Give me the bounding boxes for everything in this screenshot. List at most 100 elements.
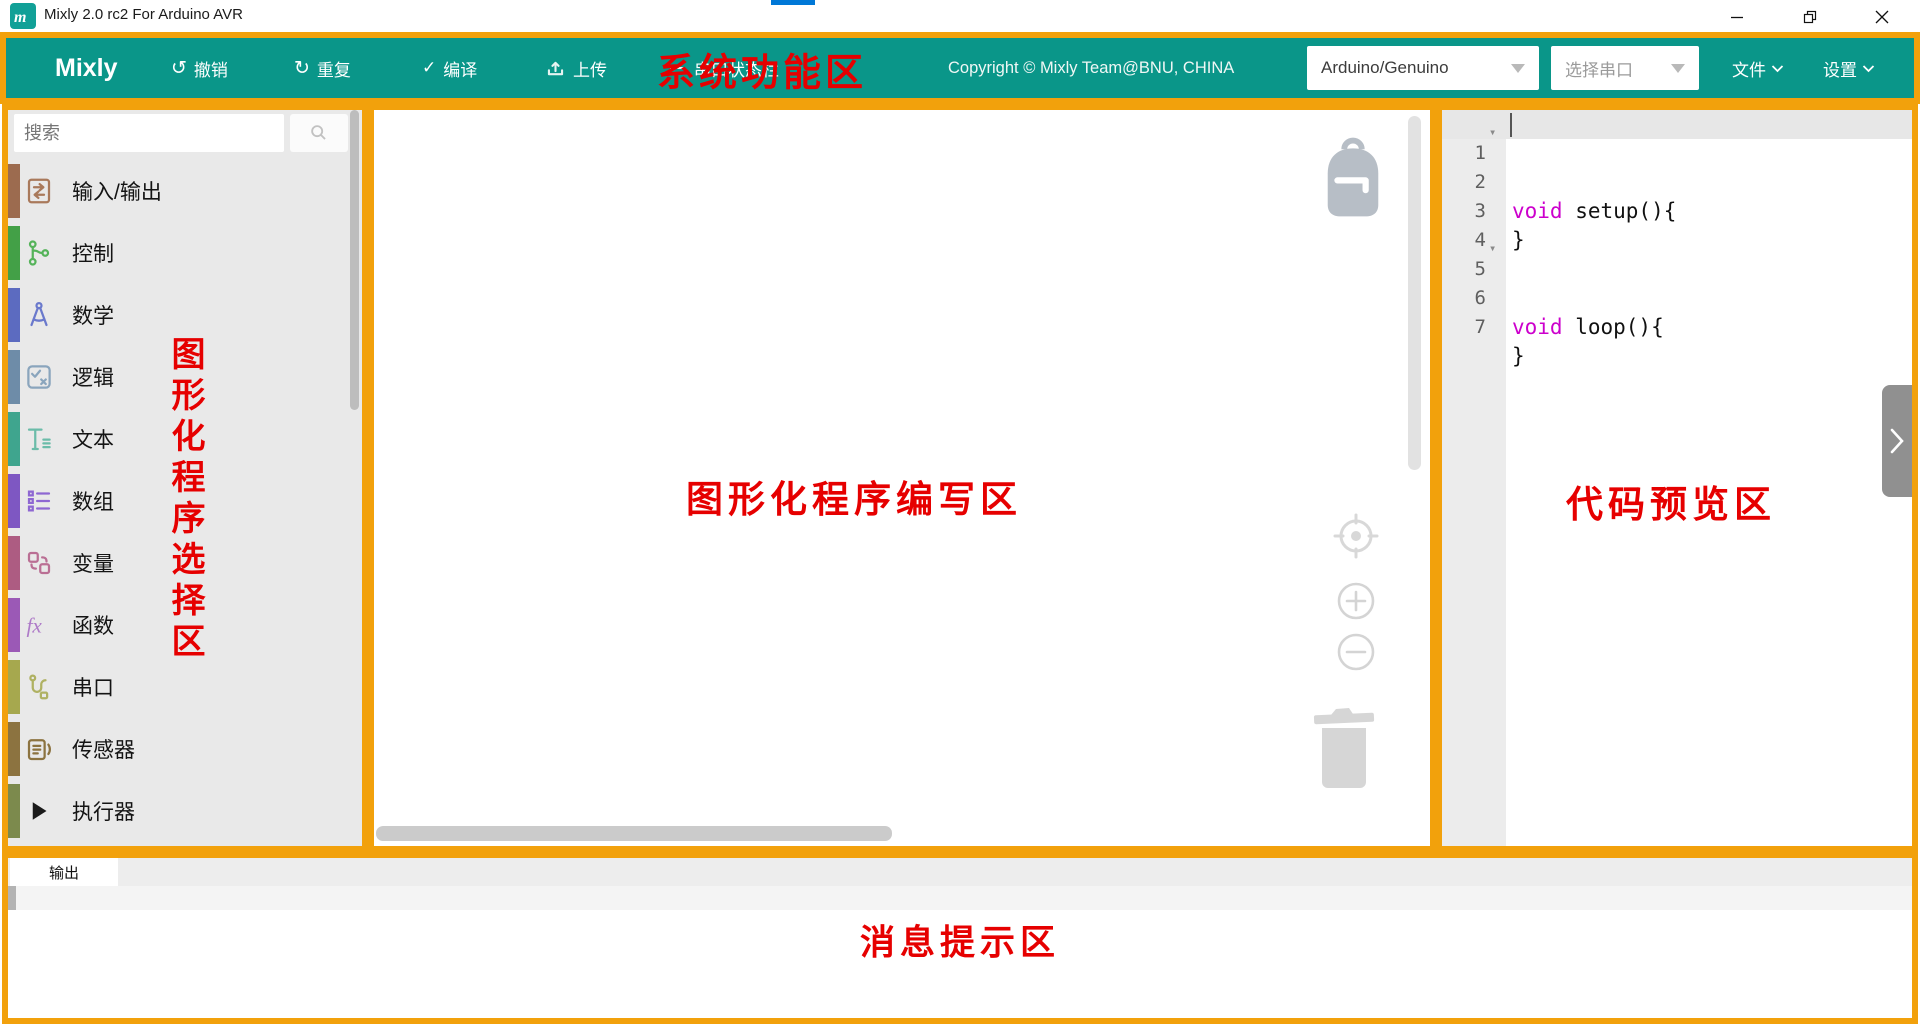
serial-status-icon — [667, 58, 687, 78]
category-color-bar — [8, 164, 20, 218]
chevron-down-icon — [1671, 64, 1685, 73]
serial-status-button[interactable]: 串口状态栏 — [667, 38, 779, 98]
sidebar-item-serial[interactable]: 串口 — [8, 656, 362, 718]
code-text: } — [1512, 344, 1525, 368]
canvas-vertical-scrollbar[interactable] — [1408, 116, 1421, 470]
file-menu-label: 文件 — [1732, 56, 1766, 81]
minus-icon — [1334, 630, 1378, 674]
category-label: 文本 — [72, 424, 114, 454]
minimize-button[interactable] — [1714, 4, 1760, 30]
serial-status-label: 串口状态栏 — [694, 56, 779, 81]
crosshair-icon — [1328, 508, 1384, 564]
sidebar-item-text[interactable]: 文本 — [8, 408, 362, 470]
toolbar-region: Mixly ↺ 撤销 ↻ 重复 ✓ 编译 上传 串口状态栏 — [0, 32, 1920, 104]
category-label: 函数 — [72, 610, 114, 640]
compile-button[interactable]: ✓ 编译 — [422, 38, 477, 98]
sidebar-item-control[interactable]: 控制 — [8, 222, 362, 284]
category-color-bar — [8, 226, 20, 280]
mixly-menu-button[interactable]: Mixly — [55, 38, 118, 98]
text-icon — [24, 424, 54, 454]
chevron-right-icon — [1890, 427, 1904, 455]
annotation-code: 代码预览区 — [1566, 474, 1776, 528]
category-color-bar — [8, 784, 20, 838]
variable-icon — [24, 548, 54, 578]
upload-button[interactable]: 上传 — [545, 38, 607, 98]
category-label: 数组 — [72, 486, 114, 516]
window-title: Mixly 2.0 rc2 For Arduino AVR — [44, 6, 243, 23]
svg-text:fx: fx — [27, 614, 43, 638]
brand-label: Mixly — [55, 54, 118, 83]
code-text: loop(){ — [1563, 315, 1664, 339]
check-icon: ✓ — [422, 60, 436, 77]
io-icon — [24, 176, 54, 206]
sensor-icon — [24, 734, 54, 764]
category-color-bar — [8, 288, 20, 342]
center-view-button[interactable] — [1328, 508, 1384, 564]
logic-icon — [24, 362, 54, 392]
category-label: 执行器 — [72, 796, 135, 826]
upload-label: 上传 — [573, 56, 607, 81]
sidebar-item-function[interactable]: fx 函数 — [8, 594, 362, 656]
blockly-workspace[interactable]: 图形化程序编写区 — [368, 104, 1436, 852]
port-select-value: 选择串口 — [1565, 56, 1633, 81]
board-select-value: Arduino/Genuino — [1321, 58, 1449, 78]
category-label: 传感器 — [72, 734, 135, 764]
expand-panel-button[interactable] — [1882, 385, 1912, 497]
settings-menu-label: 设置 — [1823, 56, 1857, 81]
svg-text:m: m — [14, 9, 26, 26]
category-color-bar — [8, 536, 20, 590]
file-menu[interactable]: 文件 — [1732, 38, 1784, 98]
redo-icon: ↻ — [294, 59, 310, 78]
sidebar-item-sensor[interactable]: 传感器 — [8, 718, 362, 780]
function-icon: fx — [24, 610, 54, 640]
output-tab[interactable]: 输出 — [10, 858, 118, 886]
undo-icon: ↺ — [171, 59, 187, 78]
port-select[interactable]: 选择串口 — [1551, 46, 1699, 90]
output-scrollbar[interactable] — [8, 886, 16, 910]
search-icon — [308, 122, 330, 144]
redo-label: 重复 — [317, 56, 351, 81]
array-icon — [24, 486, 54, 516]
search-input[interactable] — [14, 114, 284, 152]
sidebar-item-array[interactable]: 数组 — [8, 470, 362, 532]
canvas-horizontal-scrollbar[interactable] — [376, 826, 892, 841]
sidebar-item-math[interactable]: 数学 — [8, 284, 362, 346]
sidebar-item-variable[interactable]: 变量 — [8, 532, 362, 594]
restore-button[interactable] — [1787, 4, 1833, 30]
sidebar-item-actuator[interactable]: 执行器 — [8, 780, 362, 842]
undo-button[interactable]: ↺ 撤销 — [171, 38, 228, 98]
output-tab-strip — [8, 858, 1912, 886]
control-icon — [24, 238, 54, 268]
annotation-canvas: 图形化程序编写区 — [686, 469, 1022, 523]
output-console[interactable] — [8, 886, 1912, 910]
upload-icon — [545, 58, 566, 79]
actuator-icon — [24, 796, 54, 826]
category-label: 输入/输出 — [72, 176, 162, 206]
category-color-bar — [8, 598, 20, 652]
close-button[interactable] — [1859, 4, 1905, 30]
sidebar-item-logic[interactable]: 逻辑 — [8, 346, 362, 408]
mixly-window: m Mixly 2.0 rc2 For Arduino AVR Mixly ↺ … — [0, 0, 1920, 1030]
board-select[interactable]: Arduino/Genuino — [1307, 46, 1539, 90]
sidebar-region: 输入/输出 控制 数学 — [2, 104, 368, 852]
math-icon — [24, 300, 54, 330]
output-region: 输出 消息提示区 — [2, 852, 1918, 1024]
serial-icon — [24, 672, 54, 702]
category-label: 数学 — [72, 300, 114, 330]
settings-menu[interactable]: 设置 — [1823, 38, 1875, 98]
zoom-out-button[interactable] — [1334, 630, 1378, 674]
compile-label: 编译 — [443, 56, 477, 81]
annotation-output: 消息提示区 — [860, 915, 1060, 966]
search-button[interactable] — [290, 114, 348, 152]
output-tab-label: 输出 — [49, 862, 79, 883]
category-color-bar — [8, 412, 20, 466]
redo-button[interactable]: ↻ 重复 — [294, 38, 351, 98]
category-label: 控制 — [72, 238, 114, 268]
chevron-down-icon — [1511, 64, 1525, 73]
blue-accent-bar — [771, 0, 815, 5]
trash-icon[interactable] — [1311, 702, 1379, 796]
plus-icon — [1334, 579, 1378, 623]
sidebar-item-io[interactable]: 输入/输出 — [8, 160, 362, 222]
backpack-icon[interactable] — [1318, 130, 1388, 225]
zoom-in-button[interactable] — [1334, 579, 1378, 623]
